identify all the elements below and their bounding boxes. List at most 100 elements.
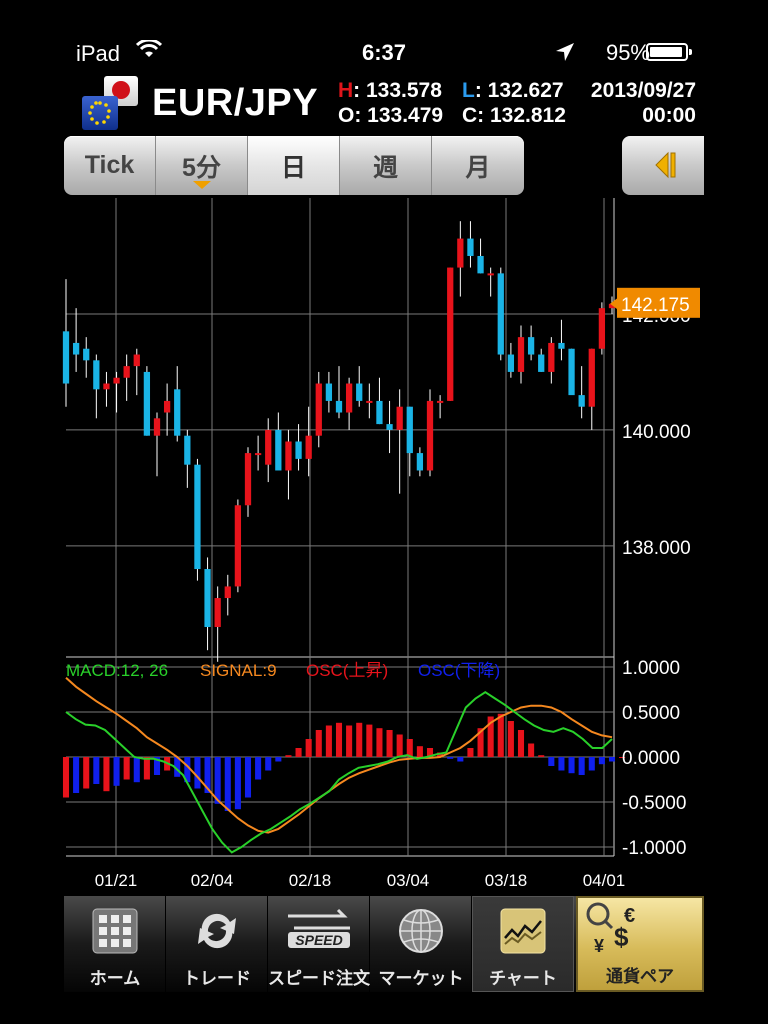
osc-bar xyxy=(224,757,231,811)
osc-bar xyxy=(608,757,616,762)
current-price-label: 142.175 xyxy=(621,295,690,316)
tab-monthly[interactable]: 月 xyxy=(432,136,524,195)
dropdown-caret-icon xyxy=(192,181,211,189)
osc-bar xyxy=(548,757,555,766)
location-arrow-icon xyxy=(556,43,574,61)
candle-down xyxy=(376,400,383,425)
candle-up xyxy=(265,429,272,465)
osc-bar xyxy=(244,757,252,798)
high-key: H xyxy=(338,79,354,102)
osc-bar xyxy=(386,730,393,757)
collapse-arrow-icon xyxy=(655,151,676,179)
candle-up xyxy=(436,400,444,403)
tab-5min[interactable]: 5分 xyxy=(156,136,248,195)
tab-home[interactable]: ホーム xyxy=(64,896,166,992)
quote-date: 2013/09/27 xyxy=(590,79,696,102)
candle-up xyxy=(133,354,140,367)
speed-badge-text: SPEED xyxy=(295,932,342,948)
tab-speed-order[interactable]: SPEED スピード注文 xyxy=(268,896,370,992)
tab-daily[interactable]: 日 xyxy=(248,136,340,195)
candle-up xyxy=(366,400,373,403)
osc-bar xyxy=(396,734,403,757)
candle-up xyxy=(517,337,525,372)
tab-weekly-label: 週 xyxy=(372,153,398,182)
osc-bar xyxy=(558,757,565,771)
candle-up xyxy=(244,453,252,506)
osc-bar xyxy=(416,746,423,757)
candle-up xyxy=(447,267,454,401)
osc-bar xyxy=(123,757,130,780)
osc-bar xyxy=(93,757,100,784)
side-panel-button[interactable] xyxy=(622,136,704,195)
dollar-symbol: $ xyxy=(614,922,629,952)
candle-down xyxy=(467,238,474,256)
osc-bar xyxy=(467,748,474,757)
candle-down xyxy=(568,348,575,396)
high-price: H: 133.578 xyxy=(338,79,442,103)
tab-chart[interactable]: チャート xyxy=(472,896,574,992)
osc-bar xyxy=(295,748,302,757)
candle-up xyxy=(426,400,434,471)
candle-down xyxy=(83,348,90,361)
tab-monthly-label: 月 xyxy=(465,153,491,182)
candle-up xyxy=(598,308,606,349)
osc-bar xyxy=(356,722,363,757)
candle-down xyxy=(295,441,302,459)
close-value: : 132.812 xyxy=(477,104,566,127)
low-price: L: 132.627 xyxy=(462,79,564,103)
candle-up xyxy=(123,366,130,378)
status-bar: iPad 6:37 95% xyxy=(0,0,768,66)
candle-down xyxy=(184,435,191,465)
low-key: L xyxy=(462,79,475,102)
candle-up xyxy=(254,453,262,456)
osc-bar xyxy=(315,730,322,757)
currency-pair-icon: € $ ¥ xyxy=(586,902,635,956)
candle-down xyxy=(275,429,282,471)
tab-trade[interactable]: トレード xyxy=(166,896,268,992)
price-chart[interactable]: 138.000140.000142.000 142.175 MACD:12, 2… xyxy=(0,196,768,896)
candle-down xyxy=(143,371,151,436)
high-value: : 133.578 xyxy=(353,79,442,102)
currency-pair-title: EUR/JPY xyxy=(152,82,319,124)
candle-up xyxy=(396,406,403,430)
tab-daily-label: 日 xyxy=(280,153,306,182)
osc-bar xyxy=(143,757,150,780)
quote-time: 00:00 xyxy=(642,104,696,127)
tab-tick[interactable]: Tick xyxy=(64,136,156,195)
speed-order-icon: SPEED xyxy=(288,908,350,948)
tab-weekly[interactable]: 週 xyxy=(340,136,432,195)
osc-bar xyxy=(335,722,343,757)
osc-bar xyxy=(517,730,525,757)
candle-up xyxy=(214,598,221,628)
open-price: O: 133.479 xyxy=(338,104,443,128)
macd-axis: 1.0000 0.5000 0.0000 -0.5000 -1.0000 xyxy=(622,658,686,859)
osc-bar xyxy=(234,757,241,810)
candle-up xyxy=(163,400,171,413)
tab-market[interactable]: マーケット xyxy=(370,896,472,992)
macd-tick-label: -1.0000 xyxy=(622,838,686,859)
candle-down xyxy=(497,273,504,355)
macd-tick-label: 1.0000 xyxy=(622,658,680,679)
home-grid-icon xyxy=(92,908,138,954)
current-price-tag: 142.175 xyxy=(610,287,700,318)
date-tick-label: 03/04 xyxy=(387,871,430,890)
open-value: : 133.479 xyxy=(354,104,444,127)
low-value: : 132.627 xyxy=(474,79,564,102)
date-tick-label: 01/21 xyxy=(95,871,138,890)
candle-down xyxy=(62,331,70,384)
candle-up xyxy=(153,418,161,436)
date-axis: 01/21 02/04 02/18 03/04 03/18 04/01 xyxy=(95,871,626,890)
osc-bar xyxy=(507,721,514,757)
timeframe-tabs: Tick 5分 日 週 月 xyxy=(64,136,524,195)
candle-up xyxy=(234,505,242,587)
osc-bar xyxy=(113,757,120,786)
candle-down xyxy=(335,400,343,413)
osc-bar xyxy=(62,757,70,798)
battery-percent: 95% xyxy=(605,40,650,65)
candle-down xyxy=(578,395,585,407)
candle-up xyxy=(345,383,353,413)
date-tick-label: 02/18 xyxy=(289,871,332,890)
candle-down xyxy=(194,464,201,570)
currency-pair-button[interactable]: € $ ¥ 通貨ペア xyxy=(576,896,704,992)
candle-down xyxy=(538,354,545,372)
